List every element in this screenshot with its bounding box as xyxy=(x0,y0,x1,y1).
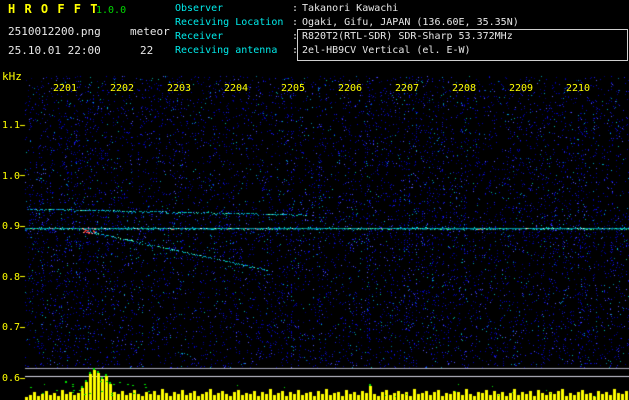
info-separator: : xyxy=(292,17,299,28)
info-value-antenna: 2el-HB9CV Vertical (el. E-W) xyxy=(302,45,471,56)
info-value-location: Ogaki, Gifu, JAPAN (136.60E, 35.35N) xyxy=(302,17,519,28)
freq-tick-0p6: 0.6 xyxy=(1,373,20,384)
app-title: H R O F F T xyxy=(8,2,99,16)
freq-tick-0p9: 0.9 xyxy=(1,221,20,232)
info-separator: : xyxy=(292,31,299,42)
freq-tick-1p1: 1.1 xyxy=(1,120,20,131)
info-value-receiver: R820T2(RTL-SDR) SDR-Sharp 53.372MHz xyxy=(302,31,513,42)
info-separator: : xyxy=(292,3,299,14)
info-label-observer: Observer xyxy=(175,3,224,14)
output-filename: 2510012200.png xyxy=(8,25,101,38)
app-version: 1.0.0 xyxy=(96,5,127,16)
freq-tick-0p7: 0.7 xyxy=(1,322,20,333)
datetime-label: 25.10.01 22:00 xyxy=(8,44,101,57)
info-value-observer: Takanori Kawachi xyxy=(302,3,399,14)
time-tick-2205: 2205 xyxy=(280,83,306,94)
freq-tick-1p0: 1.0 xyxy=(1,171,20,182)
time-tick-2201: 2201 xyxy=(52,83,78,94)
time-tick-2209: 2209 xyxy=(508,83,534,94)
hrofft-window: H R O F F T 1.0.0 2510012200.png meteor … xyxy=(0,0,629,400)
time-tick-2202: 2202 xyxy=(109,83,135,94)
freq-tick-0p8: 0.8 xyxy=(1,272,20,283)
meteor-count: 22 xyxy=(140,44,154,57)
info-separator: : xyxy=(292,45,299,56)
time-tick-2208: 2208 xyxy=(451,83,477,94)
info-label-antenna: Receiving antenna xyxy=(175,45,278,56)
time-tick-2210: 2210 xyxy=(565,83,591,94)
freq-axis-unit: kHz xyxy=(2,70,22,83)
info-label-receiver: Receiver xyxy=(175,31,224,42)
time-tick-2203: 2203 xyxy=(166,83,192,94)
info-label-location: Receiving Location xyxy=(175,17,284,28)
time-tick-2206: 2206 xyxy=(337,83,363,94)
time-tick-2207: 2207 xyxy=(394,83,420,94)
time-tick-2204: 2204 xyxy=(223,83,249,94)
mode-label: meteor xyxy=(130,25,170,38)
